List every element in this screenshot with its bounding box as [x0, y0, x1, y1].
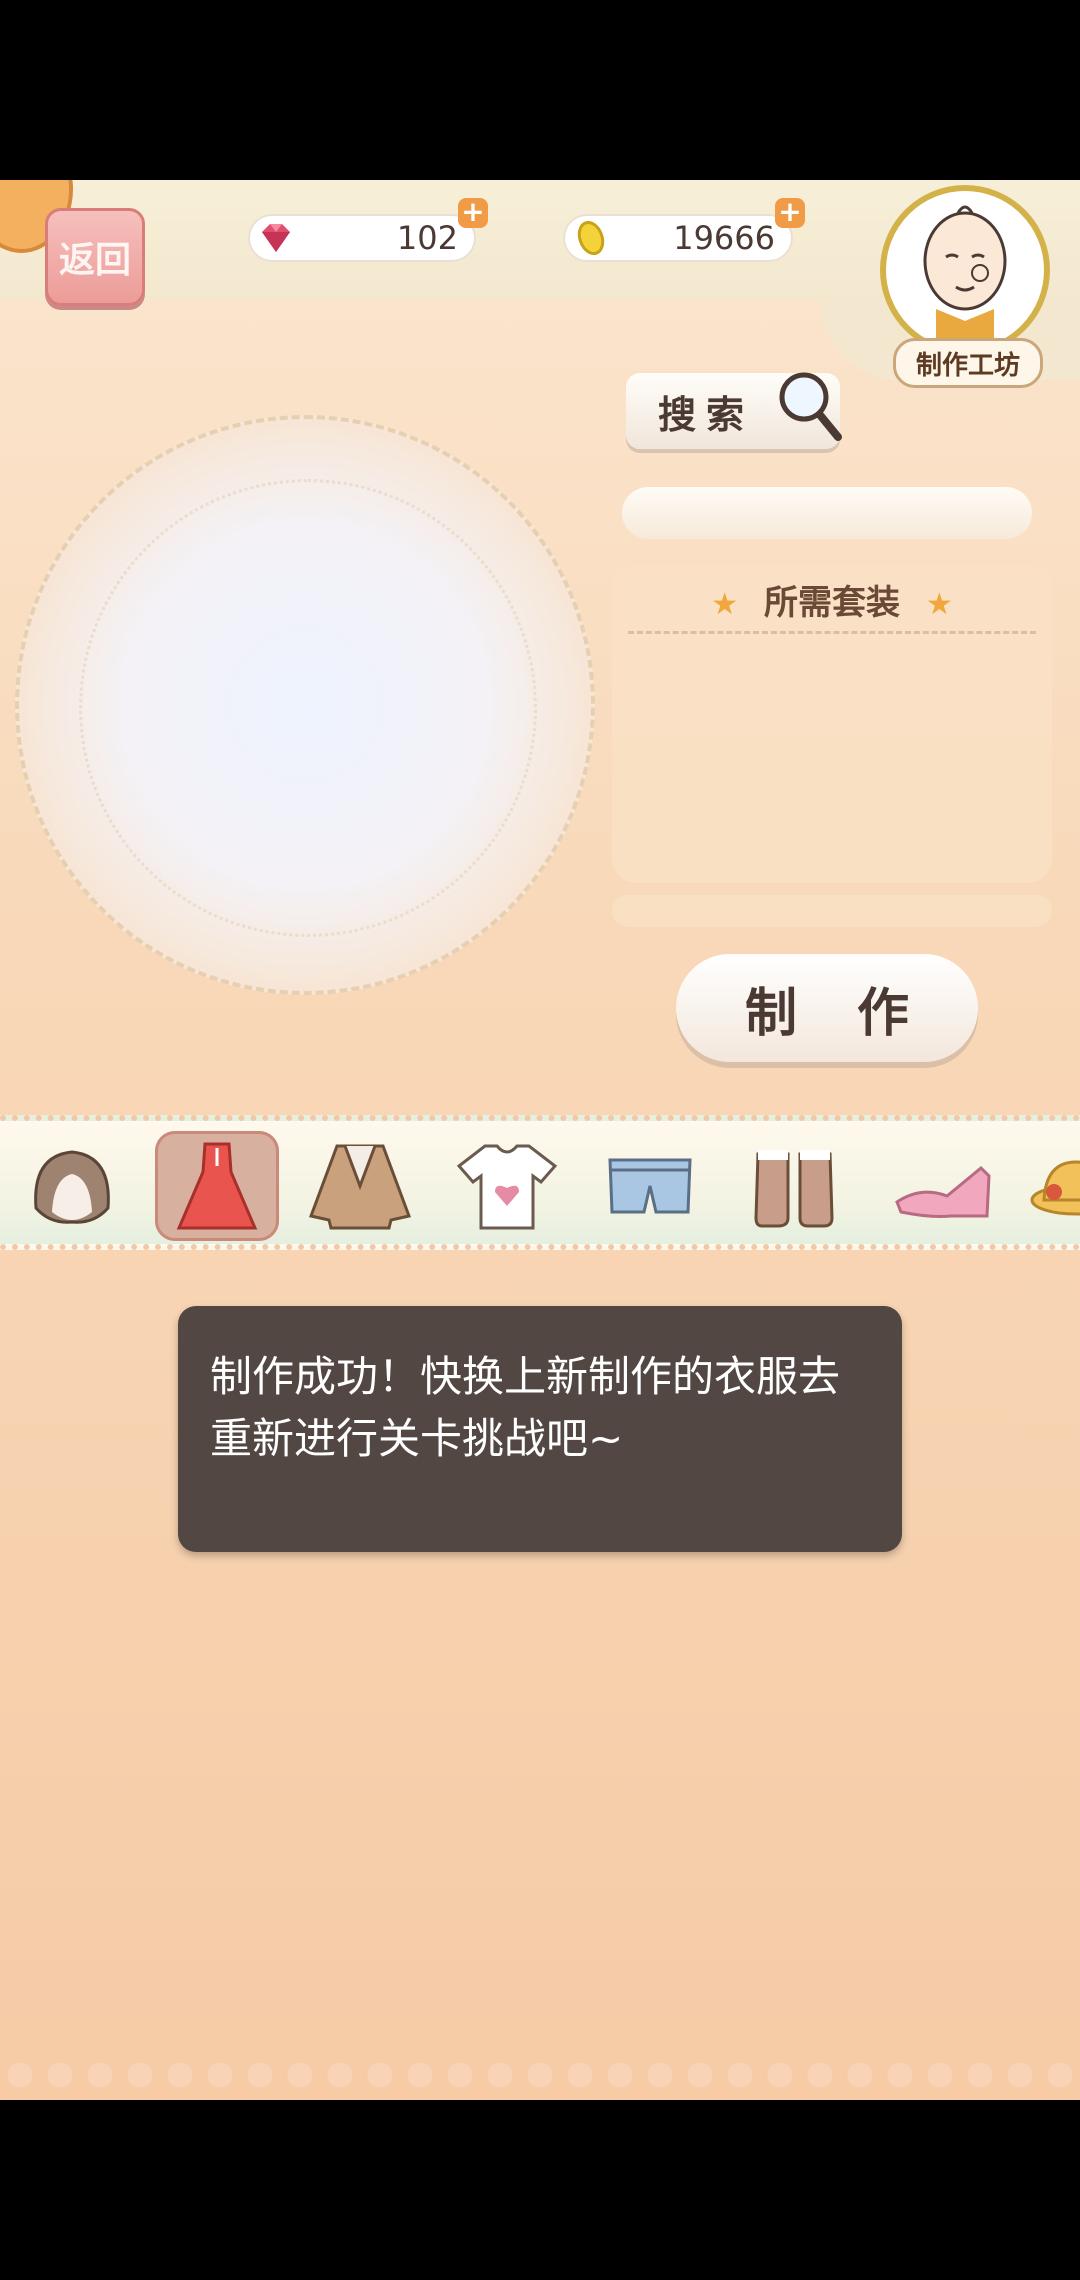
gem-icon	[262, 224, 290, 252]
hair-icon	[34, 1150, 110, 1224]
dress-icon	[176, 1142, 258, 1230]
required-suit-title: ★ 所需套装 ★	[612, 575, 1052, 624]
category-jacket[interactable]	[302, 1131, 418, 1241]
divider	[628, 631, 1036, 634]
item-preview-area	[15, 415, 595, 995]
magnifier-icon	[779, 372, 842, 441]
category-dress[interactable]	[155, 1131, 279, 1241]
heels-icon	[895, 1165, 991, 1218]
shorts-icon	[608, 1158, 692, 1214]
coin-count: 19666	[673, 219, 775, 257]
category-shorts[interactable]	[602, 1131, 698, 1241]
requirement-bar	[612, 895, 1052, 927]
tshirt-icon	[456, 1144, 558, 1230]
toast-message: 制作成功！快换上新制作的衣服去重新进行关卡挑战吧~	[210, 1352, 841, 1463]
coin-counter: 19666 +	[563, 198, 805, 262]
category-tshirt[interactable]	[452, 1131, 562, 1241]
star-icon: ★	[711, 587, 739, 622]
star-icon: ★	[925, 587, 953, 622]
bottom-lace-border	[0, 2050, 1080, 2100]
gem-count: 102	[396, 219, 458, 257]
category-strip	[0, 1115, 1080, 1250]
jacket-icon	[308, 1144, 412, 1230]
game-screen: 返回 102 + 19666 + 制作工坊 搜索 ★ 所需套装 ★ 制作 制作成…	[0, 180, 1080, 2100]
workshop-label[interactable]: 制作工坊	[893, 338, 1043, 388]
add-coins-button[interactable]: +	[775, 198, 805, 228]
gem-counter: 102 +	[248, 198, 488, 262]
lace-pattern	[79, 479, 537, 937]
craftsman-face-icon	[923, 205, 1007, 341]
workshop-portrait[interactable]	[880, 185, 1050, 355]
search-label: 搜索	[658, 392, 755, 437]
category-shoes[interactable]	[888, 1131, 998, 1241]
success-toast: 制作成功！快换上新制作的衣服去重新进行关卡挑战吧~	[178, 1306, 902, 1552]
hat-icon	[1030, 1160, 1080, 1216]
socks-icon	[754, 1150, 834, 1228]
required-suit-label: 所需套装	[764, 583, 900, 623]
item-name-bar	[622, 487, 1032, 539]
category-hair[interactable]	[22, 1131, 122, 1241]
make-button[interactable]: 制作	[676, 954, 978, 1062]
search-button[interactable]: 搜索	[626, 372, 842, 449]
back-button[interactable]: 返回	[45, 208, 145, 306]
required-suit-panel: ★ 所需套装 ★	[612, 565, 1052, 883]
category-hat[interactable]	[1030, 1131, 1080, 1241]
coin-icon	[577, 221, 605, 255]
add-gems-button[interactable]: +	[458, 198, 488, 228]
category-socks[interactable]	[746, 1131, 842, 1241]
